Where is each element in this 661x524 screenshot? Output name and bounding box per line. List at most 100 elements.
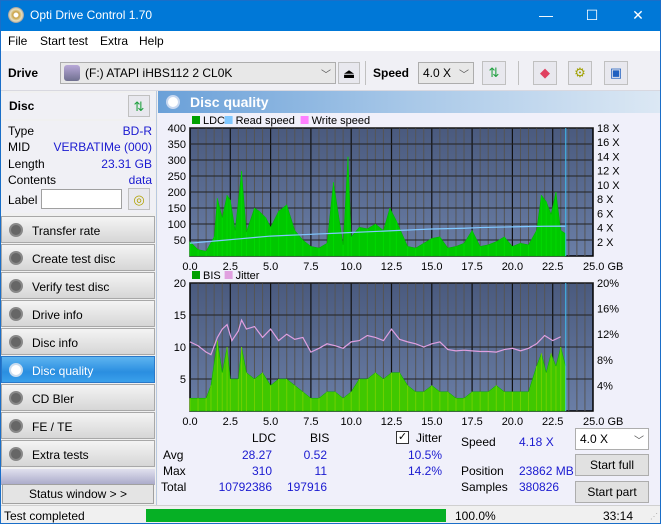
speed-value: 4.18 X — [519, 435, 554, 449]
legend-label: Jitter — [236, 270, 260, 282]
y2-tick-label: 18 X — [597, 123, 620, 135]
disc-quality-icon — [166, 95, 180, 109]
toolbar-separator — [518, 61, 519, 85]
stats-panel: LDC BIS ✓ Jitter Avg 28.27 0.52 10.5% Ma… — [158, 421, 661, 505]
speed-select[interactable]: 4.0 X ﹀ — [418, 62, 474, 84]
nav-extra-tests[interactable]: Extra tests — [1, 440, 155, 467]
transfer-rate-icon — [9, 223, 23, 237]
nav-verify-test-disc[interactable]: Verify test disc — [1, 272, 155, 299]
window-title: Opti Drive Control 1.70 — [30, 8, 153, 22]
fe-te-icon — [9, 419, 23, 433]
nav-disc-info[interactable]: Disc info — [1, 328, 155, 355]
maximize-button[interactable]: ☐ — [569, 0, 615, 31]
nav-transfer-rate[interactable]: Transfer rate — [1, 216, 155, 243]
max-ldc: 310 — [251, 464, 272, 478]
nav-label: Verify test disc — [32, 280, 110, 294]
legend-swatch — [224, 116, 233, 124]
y2-tick-label: 8% — [597, 355, 613, 367]
settings-button[interactable]: ⚙ — [568, 61, 592, 85]
menu-file[interactable]: File — [8, 34, 27, 48]
refresh-icon: ⇅ — [133, 99, 145, 114]
y2-tick-label: 4% — [597, 380, 613, 392]
create-disc-icon — [9, 251, 23, 265]
nav-label: Disc info — [32, 336, 79, 350]
status-window-button[interactable]: Status window > > — [2, 484, 154, 504]
y-tick-label: 15 — [174, 310, 186, 322]
samples-value: 380826 — [519, 480, 560, 494]
nav-disc-quality[interactable]: Disc quality — [1, 356, 155, 383]
menu-start-test[interactable]: Start test — [40, 34, 88, 48]
save-icon: ▣ — [609, 65, 623, 80]
nav-label: Transfer rate — [32, 224, 101, 238]
y-tick-label: 5 — [180, 374, 186, 386]
menu-bar: File Start test Extra Help — [0, 31, 661, 51]
total-ldc: 10792386 — [218, 480, 272, 494]
samples-label: Samples — [461, 480, 508, 494]
status-text: Test completed — [4, 509, 85, 523]
legend-label: Read speed — [236, 115, 295, 127]
speed-select-value: 4.0 X — [423, 66, 452, 80]
app-disc-icon — [8, 7, 24, 23]
nav-label: Extra tests — [32, 448, 89, 462]
chevron-down-icon: ﹀ — [321, 70, 331, 81]
minimize-button[interactable]: — — [523, 0, 569, 31]
label-disc-button[interactable]: ◎ — [128, 188, 150, 210]
toolbar: Drive (F:) ATAPI iHBS112 2 CL0K ﹀ ⏏ Spee… — [0, 51, 661, 91]
menu-help[interactable]: Help — [139, 34, 164, 48]
total-bis: 197916 — [286, 480, 327, 494]
close-button[interactable]: ✕ — [615, 0, 661, 31]
y2-tick-label: 12 X — [597, 166, 620, 178]
y2-tick-label: 8 X — [597, 194, 614, 206]
jitter-header: Jitter — [416, 431, 443, 445]
y-tick-label: 200 — [168, 187, 186, 199]
test-speed-select[interactable]: 4.0 X ﹀ — [575, 428, 649, 450]
nav-create-test-disc[interactable]: Create test disc — [1, 244, 155, 271]
refresh-button[interactable]: ⇅ — [482, 61, 506, 85]
resize-grip-icon[interactable]: ⋰ — [650, 512, 658, 521]
speed-label: Speed — [461, 435, 496, 449]
nav-cd-bler[interactable]: CD Bler — [1, 384, 155, 411]
disc-length-row: Length 23.31 GB — [8, 157, 152, 173]
x-tick-label: 10.0 — [340, 261, 361, 273]
drive-label: Drive — [8, 66, 39, 80]
x-tick-label: 5.0 — [263, 261, 278, 273]
disc-length-key: Length — [8, 157, 45, 171]
disc-icon: ◎ — [133, 192, 145, 207]
y2-tick-label: 4 X — [597, 223, 614, 235]
eraser-icon: ◆ — [540, 65, 550, 80]
erase-button[interactable]: ◆ — [533, 61, 557, 85]
start-part-button[interactable]: Start part — [575, 481, 649, 503]
disc-mid-row: MID VERBATIMe (000) — [8, 140, 152, 156]
verify-disc-icon — [9, 279, 23, 293]
x-tick-label: 25.0 GB — [583, 261, 623, 273]
x-tick-label: 15.0 — [421, 261, 442, 273]
disc-header: Disc ⇅ — [2, 93, 155, 119]
drive-select[interactable]: (F:) ATAPI iHBS112 2 CL0K ﹀ — [60, 62, 336, 84]
max-bis: 11 — [314, 464, 327, 478]
drive-info-icon — [9, 307, 23, 321]
position-value: 23862 MB — [519, 464, 574, 478]
disc-contents-value: data — [128, 173, 152, 187]
disc-refresh-button[interactable]: ⇅ — [128, 95, 150, 117]
eject-button[interactable]: ⏏ — [338, 62, 360, 84]
nav-fe-te[interactable]: FE / TE — [1, 412, 155, 439]
legend-label: BIS — [203, 270, 221, 282]
start-full-button[interactable]: Start full — [575, 454, 649, 476]
menu-extra[interactable]: Extra — [100, 34, 128, 48]
max-jitter: 14.2% — [407, 464, 442, 478]
disc-type-value: BD-R — [122, 124, 152, 138]
title-bar: Opti Drive Control 1.70 — ☐ ✕ — [0, 0, 661, 31]
progress-percent: 100.0% — [455, 509, 496, 523]
settings-icon: ⚙ — [574, 65, 586, 80]
sidebar: Disc ⇅ Type BD-R MID VERBATIMe (000) Lengt… — [0, 91, 157, 505]
avg-jitter: 10.5% — [407, 448, 442, 462]
jitter-checkbox[interactable]: ✓ — [396, 431, 409, 444]
elapsed-time: 33:14 — [603, 509, 634, 523]
drive-icon — [64, 65, 80, 81]
save-button[interactable]: ▣ — [604, 61, 628, 85]
disc-info-icon — [9, 335, 23, 349]
disc-header-label: Disc — [9, 99, 35, 113]
legend-swatch — [192, 116, 200, 124]
label-input[interactable] — [41, 189, 122, 209]
nav-drive-info[interactable]: Drive info — [1, 300, 155, 327]
